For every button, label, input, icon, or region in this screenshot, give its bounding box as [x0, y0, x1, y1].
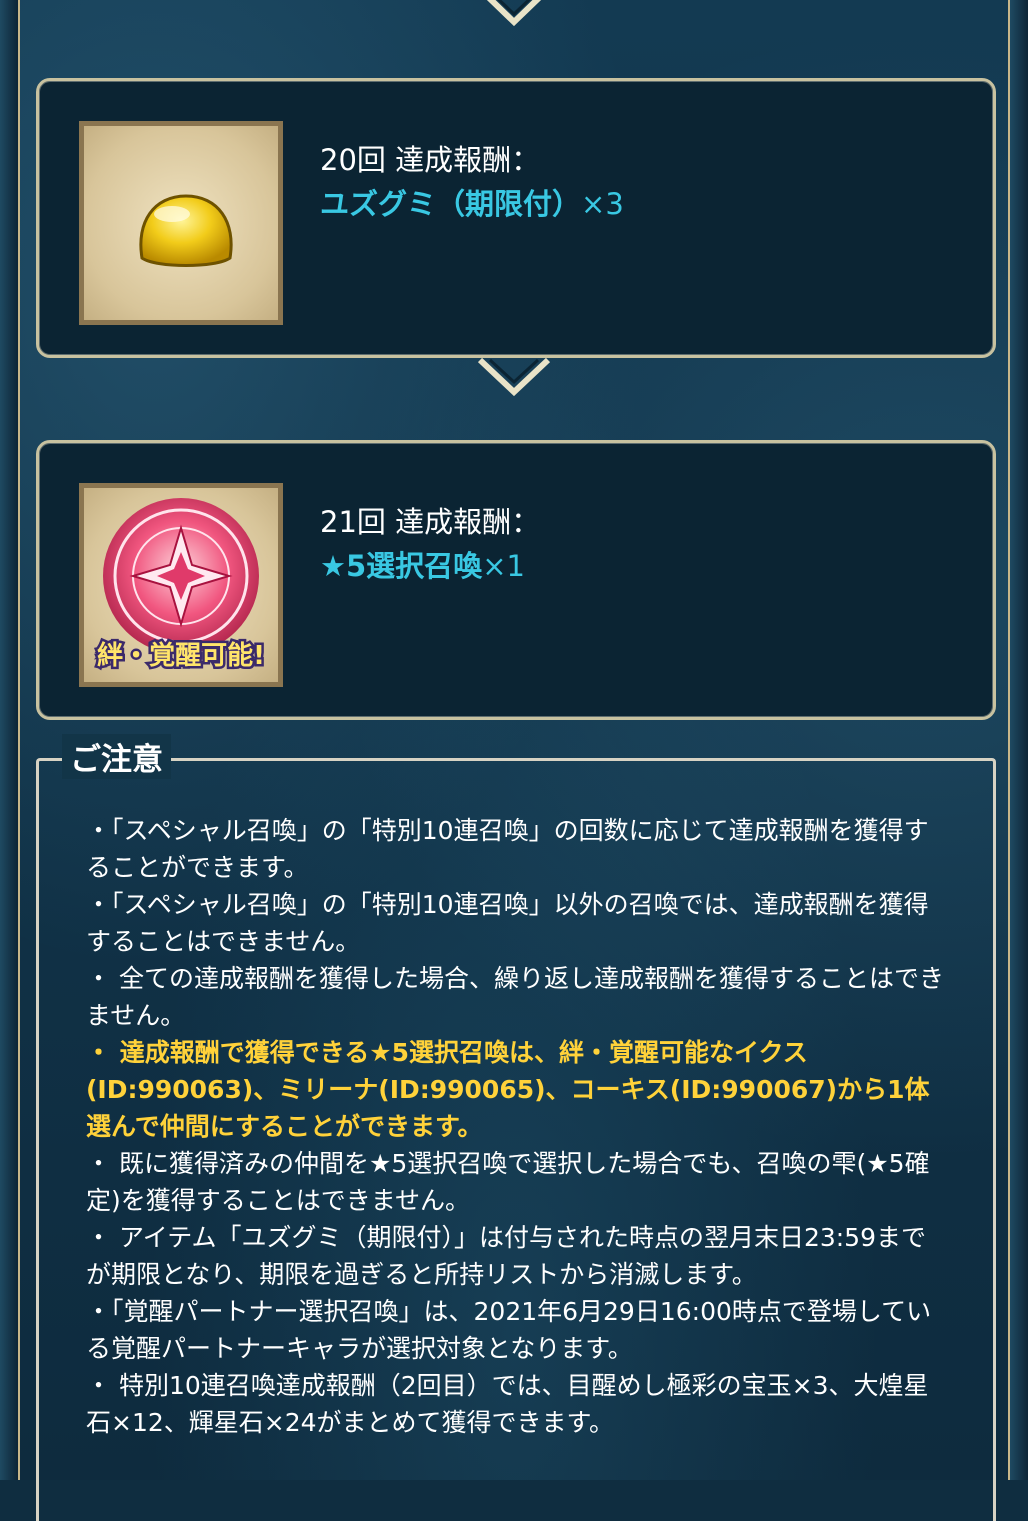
notes-item: ・「スペシャル召喚」の「特別10連召喚」の回数に応じて達成報酬を獲得することがで…	[86, 816, 929, 882]
reward-milestone-label: 20回 達成報酬：	[320, 143, 541, 177]
notes-list: ・「スペシャル召喚」の「特別10連召喚」の回数に応じて達成報酬を獲得することがで…	[86, 812, 946, 1441]
reward-milestone-label: 21回 達成報酬：	[320, 505, 541, 539]
reward-thumbnail: 絆・覚醒可能!	[79, 483, 283, 687]
reward-item-label: ユズグミ（期限付）×3	[320, 181, 624, 223]
notes-item-highlight: ・ 達成報酬で獲得できる★5選択召喚は、絆・覚醒可能なイクス(ID:990063…	[86, 1038, 930, 1141]
notes-item: ・ 全ての達成報酬を獲得した場合、繰り返し達成報酬を獲得することはできません。	[86, 964, 944, 1030]
reward-thumbnail	[79, 121, 283, 325]
notes-item: ・ 特別10連召喚達成報酬（2回目）では、目醒めし極彩の宝玉×3、大煌星石×12…	[86, 1371, 929, 1437]
bond-awaken-badge: 絆・覚醒可能!	[95, 638, 268, 674]
left-frame-rail	[0, 0, 20, 1480]
notes-heading: ご注意	[62, 734, 171, 779]
notes-item: ・ 既に獲得済みの仲間を★5選択召喚で選択した場合でも、召喚の雫(★5確定)を獲…	[86, 1149, 930, 1215]
reward-item-count: ×3	[581, 187, 624, 221]
chevron-down-icon	[477, 357, 551, 397]
right-frame-rail	[1008, 0, 1028, 1480]
notes-item: ・「スペシャル召喚」の「特別10連召喚」以外の召喚では、達成報酬を獲得することは…	[86, 890, 929, 956]
reward-card: 絆・覚醒可能! 21回 達成報酬： ★5選択召喚×1	[36, 440, 996, 720]
yellow-gummy-icon	[139, 194, 233, 267]
reward-item-label: ★5選択召喚×1	[320, 543, 525, 585]
bond-awaken-badge-text: 絆・覚醒可能!	[97, 640, 265, 671]
notes-item: ・「覚醒パートナー選択召喚」は、2021年6月29日16:00時点で登場している…	[86, 1297, 932, 1363]
reward-card: 20回 達成報酬： ユズグミ（期限付）×3	[36, 78, 996, 358]
chevron-down-icon	[486, 0, 542, 27]
notes-item: ・ アイテム「ユズグミ（期限付）」は付与された時点の翌月末日23:59までが期限…	[86, 1223, 926, 1289]
reward-item-name: ユズグミ（期限付）	[320, 187, 582, 221]
reward-item-count: ×1	[482, 549, 525, 583]
reward-item-name: ★5選択召喚	[320, 549, 483, 583]
